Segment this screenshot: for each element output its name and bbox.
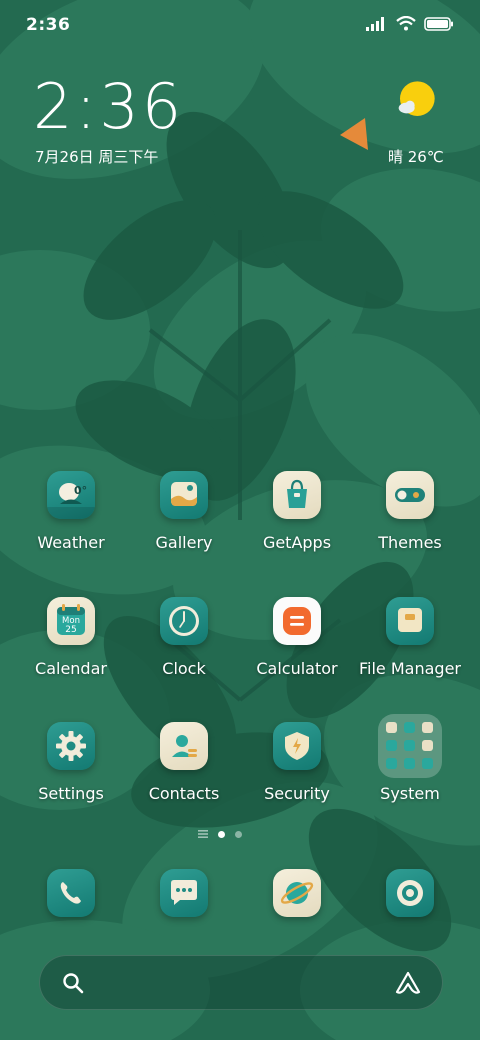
page-dot-active bbox=[218, 830, 225, 838]
clock-widget-date: 7月26日 周三下午 bbox=[35, 148, 159, 166]
partly-sunny-icon[interactable] bbox=[380, 80, 452, 140]
clock-icon bbox=[160, 597, 208, 645]
app-label: Security bbox=[264, 784, 330, 803]
gallery-icon bbox=[160, 471, 208, 519]
weather-widget-text: 晴 26℃ bbox=[388, 148, 444, 166]
app-weather[interactable]: 0° Weather bbox=[14, 471, 128, 571]
dock-phone[interactable] bbox=[14, 869, 128, 919]
app-themes[interactable]: Themes bbox=[353, 471, 467, 571]
clock-widget-time[interactable]: 2:36 bbox=[33, 76, 184, 138]
camera-icon bbox=[386, 869, 434, 917]
messages-icon bbox=[160, 869, 208, 917]
app-label: Gallery bbox=[155, 533, 213, 552]
dock-messages[interactable] bbox=[127, 869, 241, 919]
app-getapps[interactable]: GetApps bbox=[240, 471, 354, 571]
page-dot bbox=[235, 830, 242, 838]
search-icon[interactable] bbox=[62, 972, 84, 994]
app-label: Contacts bbox=[148, 784, 220, 803]
app-calendar[interactable]: Mon 25 Calendar bbox=[14, 597, 128, 697]
wifi-icon bbox=[396, 16, 416, 31]
app-label: Calculator bbox=[256, 659, 338, 678]
weather-icon: 0° bbox=[47, 471, 95, 519]
calendar-icon-day: 25 bbox=[65, 625, 76, 635]
app-file-manager[interactable]: File Manager bbox=[353, 597, 467, 697]
app-calculator[interactable]: Calculator bbox=[240, 597, 354, 697]
app-contacts[interactable]: Contacts bbox=[127, 722, 241, 822]
themes-icon bbox=[386, 471, 434, 519]
app-label: System bbox=[380, 784, 440, 803]
weather-icon-text: 0° bbox=[74, 484, 87, 497]
calendar-icon: Mon 25 bbox=[47, 597, 95, 645]
calculator-icon bbox=[273, 597, 321, 645]
page-indicator[interactable] bbox=[198, 830, 242, 838]
file-manager-icon bbox=[386, 597, 434, 645]
app-label: Weather bbox=[37, 533, 105, 552]
assistant-icon[interactable] bbox=[394, 970, 422, 996]
app-label: Themes bbox=[378, 533, 442, 552]
security-icon bbox=[273, 722, 321, 770]
getapps-icon bbox=[273, 471, 321, 519]
app-label: GetApps bbox=[262, 533, 332, 552]
app-clock[interactable]: Clock bbox=[127, 597, 241, 697]
app-label: File Manager bbox=[359, 659, 461, 678]
folder-icon[interactable] bbox=[378, 714, 442, 778]
settings-icon bbox=[47, 722, 95, 770]
app-label: Settings bbox=[38, 784, 104, 803]
app-label: Clock bbox=[162, 659, 206, 678]
page-list-icon bbox=[198, 830, 208, 838]
dock-camera[interactable] bbox=[353, 869, 467, 919]
app-settings[interactable]: Settings bbox=[14, 722, 128, 822]
status-bar: 2:36 bbox=[0, 0, 480, 50]
app-security[interactable]: Security bbox=[240, 722, 354, 822]
search-bar[interactable] bbox=[39, 955, 443, 1010]
signal-icon bbox=[366, 16, 384, 31]
contacts-icon bbox=[160, 722, 208, 770]
app-gallery[interactable]: Gallery bbox=[127, 471, 241, 571]
battery-icon bbox=[424, 16, 453, 31]
status-time: 2:36 bbox=[26, 15, 71, 35]
app-label: Calendar bbox=[35, 659, 107, 678]
dock-browser[interactable] bbox=[240, 869, 354, 919]
browser-icon bbox=[273, 869, 321, 917]
phone-icon bbox=[47, 869, 95, 917]
